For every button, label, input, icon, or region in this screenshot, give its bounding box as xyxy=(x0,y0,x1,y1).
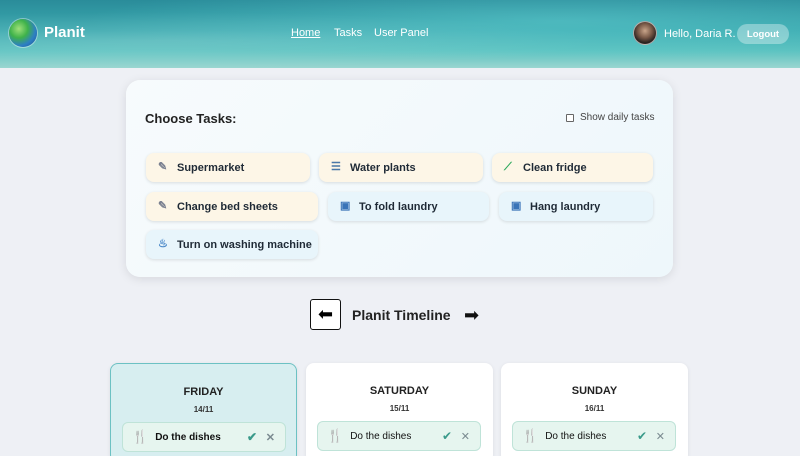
day-name: SUNDAY xyxy=(571,385,618,397)
timeline-prev-button[interactable]: ⬅ xyxy=(310,299,341,330)
fork-knife-icon: 🍴 xyxy=(522,428,539,443)
day-column-saturday: SATURDAY 15/11 🍴 Do the dishes ✔ ✕ xyxy=(306,363,493,456)
header: Planit Home Tasks User Panel Hello, Dari… xyxy=(0,0,800,68)
day-column-sunday: SUNDAY 16/11 🍴 Do the dishes ✔ ✕ xyxy=(501,363,688,456)
close-icon[interactable]: ✕ xyxy=(461,430,470,443)
washing-machine-icon: ♨ xyxy=(158,238,168,250)
chip-label: Clean fridge xyxy=(523,161,587,174)
timeline-title: Planit Timeline xyxy=(352,307,451,323)
day-name: SATURDAY xyxy=(369,385,430,397)
fork-knife-icon: 🍴 xyxy=(132,429,149,444)
show-daily-tasks-label: Show daily tasks xyxy=(580,112,655,123)
task-chip-hang-laundry[interactable]: ▣ Hang laundry xyxy=(499,192,653,221)
user-greeting: Hello, Daria R. xyxy=(664,28,736,40)
laundry-icon: ▣ xyxy=(511,200,522,212)
chip-label: Hang laundry xyxy=(530,200,601,213)
task-label: Do the dishes xyxy=(545,430,607,442)
task-chip-turn-on-washing-machine[interactable]: ♨ Turn on washing machine xyxy=(146,230,318,259)
task-chip-clean-fridge[interactable]: ⟋ Clean fridge xyxy=(492,153,653,182)
arrow-right-icon: ➡ xyxy=(464,305,480,325)
check-icon[interactable]: ✔ xyxy=(637,429,647,443)
broom-icon: ⟋ xyxy=(504,161,512,173)
fork-knife-icon: 🍴 xyxy=(327,428,344,443)
arrow-left-icon: ⬅ xyxy=(317,304,334,324)
task-label: Do the dishes xyxy=(155,431,221,443)
timeline-task[interactable]: 🍴 Do the dishes ✔ ✕ xyxy=(122,422,286,452)
day-date: 14/11 xyxy=(193,405,214,414)
close-icon[interactable]: ✕ xyxy=(266,431,275,444)
globe-logo-icon xyxy=(9,19,37,47)
checkbox-icon[interactable] xyxy=(566,113,574,122)
day-column-friday: FRIDAY 14/11 🍴 Do the dishes ✔ ✕ xyxy=(110,363,297,456)
timeline-task[interactable]: 🍴 Do the dishes ✔ ✕ xyxy=(512,421,676,451)
task-chip-to-fold-laundry[interactable]: ▣ To fold laundry xyxy=(328,192,489,221)
timeline-task[interactable]: 🍴 Do the dishes ✔ ✕ xyxy=(317,421,481,451)
nav-tasks-link[interactable]: Tasks xyxy=(334,27,362,39)
water-lines-icon: ☰ xyxy=(331,161,341,173)
day-date: 15/11 xyxy=(389,404,410,413)
day-date: 16/11 xyxy=(584,404,605,413)
pencil-icon: ✎ xyxy=(158,161,168,173)
show-daily-tasks-toggle[interactable]: Show daily tasks xyxy=(566,112,654,123)
chip-label: Turn on washing machine xyxy=(177,238,312,251)
choose-tasks-title: Choose Tasks: xyxy=(145,111,237,126)
pencil-icon: ✎ xyxy=(158,200,168,212)
chip-label: Water plants xyxy=(350,161,416,174)
nav-user-panel-link[interactable]: User Panel xyxy=(374,27,428,39)
logout-button[interactable]: Logout xyxy=(737,24,789,44)
brand-title: Planit xyxy=(44,24,85,41)
task-chip-supermarket[interactable]: ✎ Supermarket xyxy=(146,153,310,182)
check-icon[interactable]: ✔ xyxy=(442,429,452,443)
chip-label: Supermarket xyxy=(177,161,245,174)
task-chip-change-bed-sheets[interactable]: ✎ Change bed sheets xyxy=(146,192,318,221)
chip-label: Change bed sheets xyxy=(177,200,278,213)
nav-home-link[interactable]: Home xyxy=(291,27,320,39)
timeline-next-button[interactable]: ➡ xyxy=(464,305,479,326)
avatar[interactable] xyxy=(633,21,657,45)
task-label: Do the dishes xyxy=(350,430,412,442)
chip-label: To fold laundry xyxy=(359,200,438,213)
day-name: FRIDAY xyxy=(183,386,224,398)
task-chip-water-plants[interactable]: ☰ Water plants xyxy=(319,153,483,182)
check-icon[interactable]: ✔ xyxy=(247,430,257,444)
laundry-icon: ▣ xyxy=(340,200,351,212)
close-icon[interactable]: ✕ xyxy=(656,430,665,443)
